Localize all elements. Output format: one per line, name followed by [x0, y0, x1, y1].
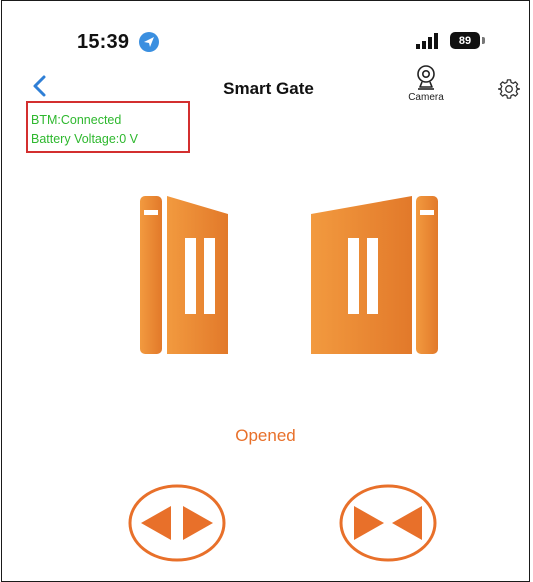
battery-tip [482, 37, 485, 44]
location-arrow-icon [139, 32, 159, 52]
clock: 15:39 [77, 31, 130, 53]
bluetooth-connection-status: BTM:Connected [31, 113, 122, 127]
gate-close-arrows-icon [339, 484, 437, 562]
signal-bars-icon [416, 33, 438, 49]
phone-screen: 15:39 89 Smart Gate Camera BTM:Connected… [1, 0, 530, 582]
gate-open-arrows-icon [128, 484, 226, 562]
gear-icon[interactable] [498, 78, 520, 100]
close-gate-button[interactable] [338, 483, 438, 563]
camera-button[interactable]: Camera [396, 65, 456, 109]
camera-label: Camera [408, 92, 444, 103]
battery-voltage-readout: Battery Voltage:0 V [31, 132, 139, 146]
battery-icon: 89 [450, 32, 480, 49]
webcam-icon [417, 65, 435, 90]
open-gate-button[interactable] [127, 483, 227, 563]
right-gate-leaf [311, 196, 412, 354]
status-bar: 15:39 89 [2, 1, 529, 61]
gate-state-label: Opened [235, 426, 296, 445]
right-gate-post [416, 196, 438, 354]
left-gate-leaf [167, 196, 228, 354]
double-swing-gate-icon [140, 196, 438, 354]
left-gate-post [140, 196, 162, 354]
battery-level: 89 [458, 34, 472, 47]
connection-status-panel: BTM:Connected Battery Voltage:0 V [26, 101, 190, 153]
